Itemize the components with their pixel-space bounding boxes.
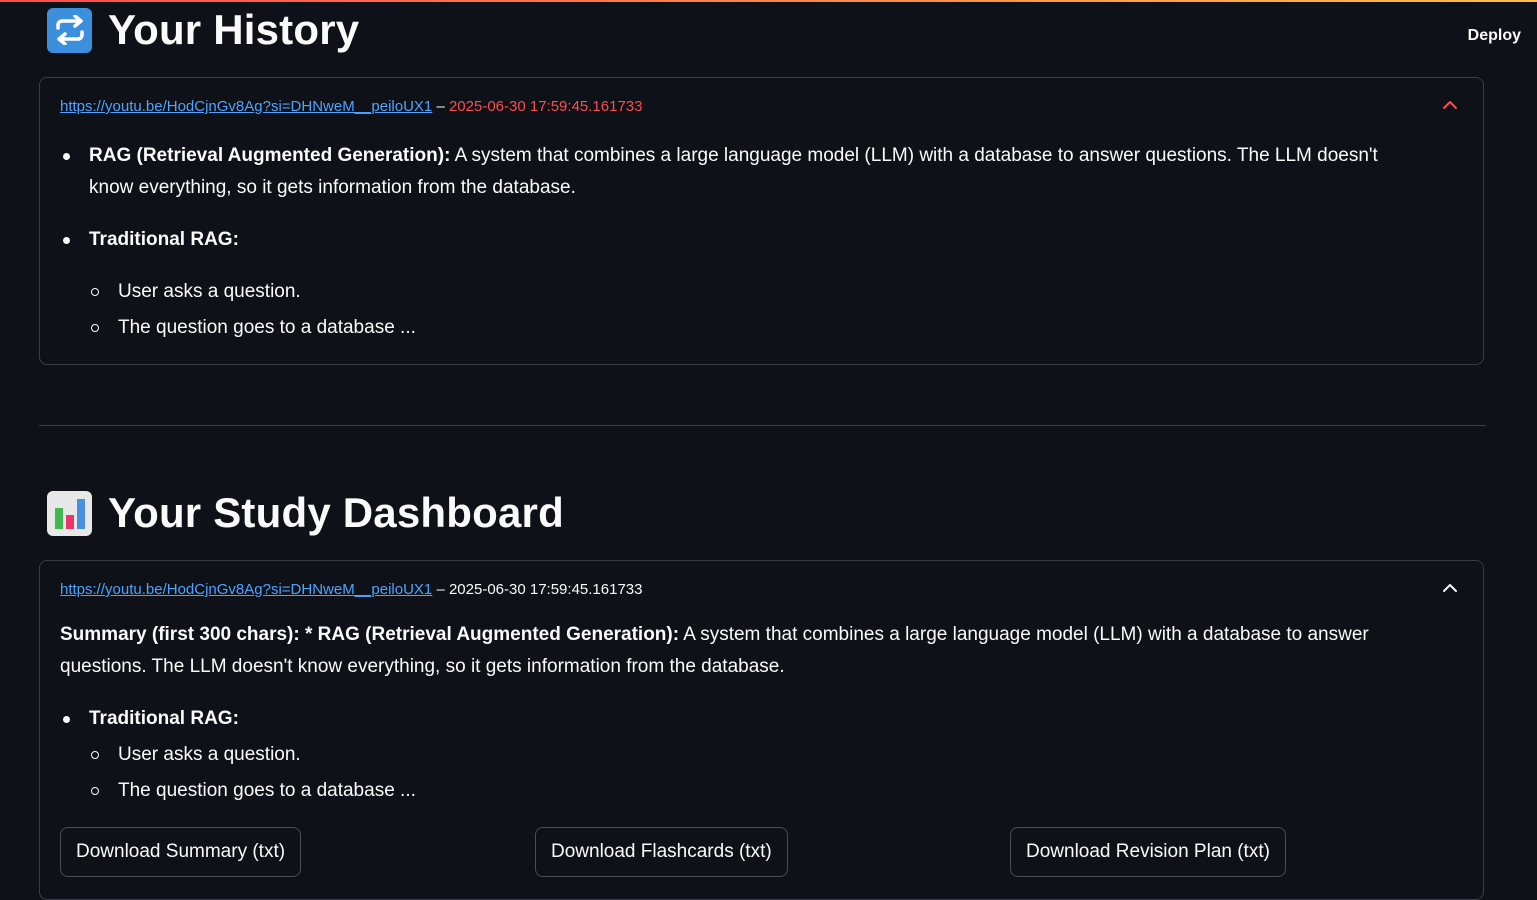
download-flashcards-button[interactable]: Download Flashcards (txt) [535,827,788,877]
history-separator: – [432,98,449,115]
history-video-link[interactable]: https://youtu.be/HodCjnGv8Ag?si=DHNweM__… [60,98,432,115]
history-title: Your History [108,6,360,53]
history-summary: RAG (Retrieval Augmented Generation): A … [60,140,1420,344]
list-item: Traditional RAG: [60,703,1460,735]
dashboard-sub1: User asks a question. [118,744,301,765]
dashboard-timestamp: 2025-06-30 17:59:45.161733 [448,581,643,598]
download-summary-button[interactable]: Download Summary (txt) [60,827,302,877]
history-item2-term: Traditional RAG: [89,229,239,250]
summary-term: RAG (Retrieval Augmented Generation): [317,624,680,645]
list-item: RAG (Retrieval Augmented Generation): A … [60,140,1420,204]
list-item: User asks a question. [60,276,1420,308]
dashboard-separator: – [432,581,449,598]
history-expander[interactable]: https://youtu.be/HodCjnGv8Ag?si=DHNweM__… [39,77,1484,365]
history-sub2: The question goes to a database ... [118,317,416,338]
list-item: The question goes to a database ... [60,775,1460,807]
repeat-icon [47,7,92,53]
dashboard-heading: Your Study Dashboard [47,489,564,537]
section-divider [39,425,1486,426]
list-item: The question goes to a database ... [60,312,1420,344]
dashboard-video-link[interactable]: https://youtu.be/HodCjnGv8Ag?si=DHNweM__… [60,581,432,598]
chevron-up-icon[interactable] [1441,579,1459,597]
dashboard-entry-header: https://youtu.be/HodCjnGv8Ag?si=DHNweM__… [60,581,642,598]
top-accent-bar [0,0,1537,2]
history-sub1: User asks a question. [118,281,301,302]
dashboard-summary: Summary (first 300 chars): * RAG (Retrie… [60,619,1460,807]
summary-label: Summary (first 300 chars): [60,624,300,645]
download-revision-plan-button[interactable]: Download Revision Plan (txt) [1010,827,1286,877]
summary-paragraph: Summary (first 300 chars): * RAG (Retrie… [60,619,1460,683]
history-entry-header: https://youtu.be/HodCjnGv8Ag?si=DHNweM__… [60,98,642,115]
history-heading: Your History [47,6,359,54]
bar-chart-icon [47,490,92,536]
deploy-button[interactable]: Deploy [1462,26,1527,46]
chevron-up-icon[interactable] [1441,96,1459,114]
dashboard-title: Your Study Dashboard [108,489,564,536]
history-timestamp: 2025-06-30 17:59:45.161733 [448,98,643,115]
history-item1-term: RAG (Retrieval Augmented Generation): [89,145,451,166]
list-item: Traditional RAG: [60,224,1420,256]
list-item: User asks a question. [60,739,1460,771]
dashboard-item-term: Traditional RAG: [89,708,239,729]
dashboard-sub2: The question goes to a database ... [118,780,416,801]
summary-star: * [299,624,318,645]
